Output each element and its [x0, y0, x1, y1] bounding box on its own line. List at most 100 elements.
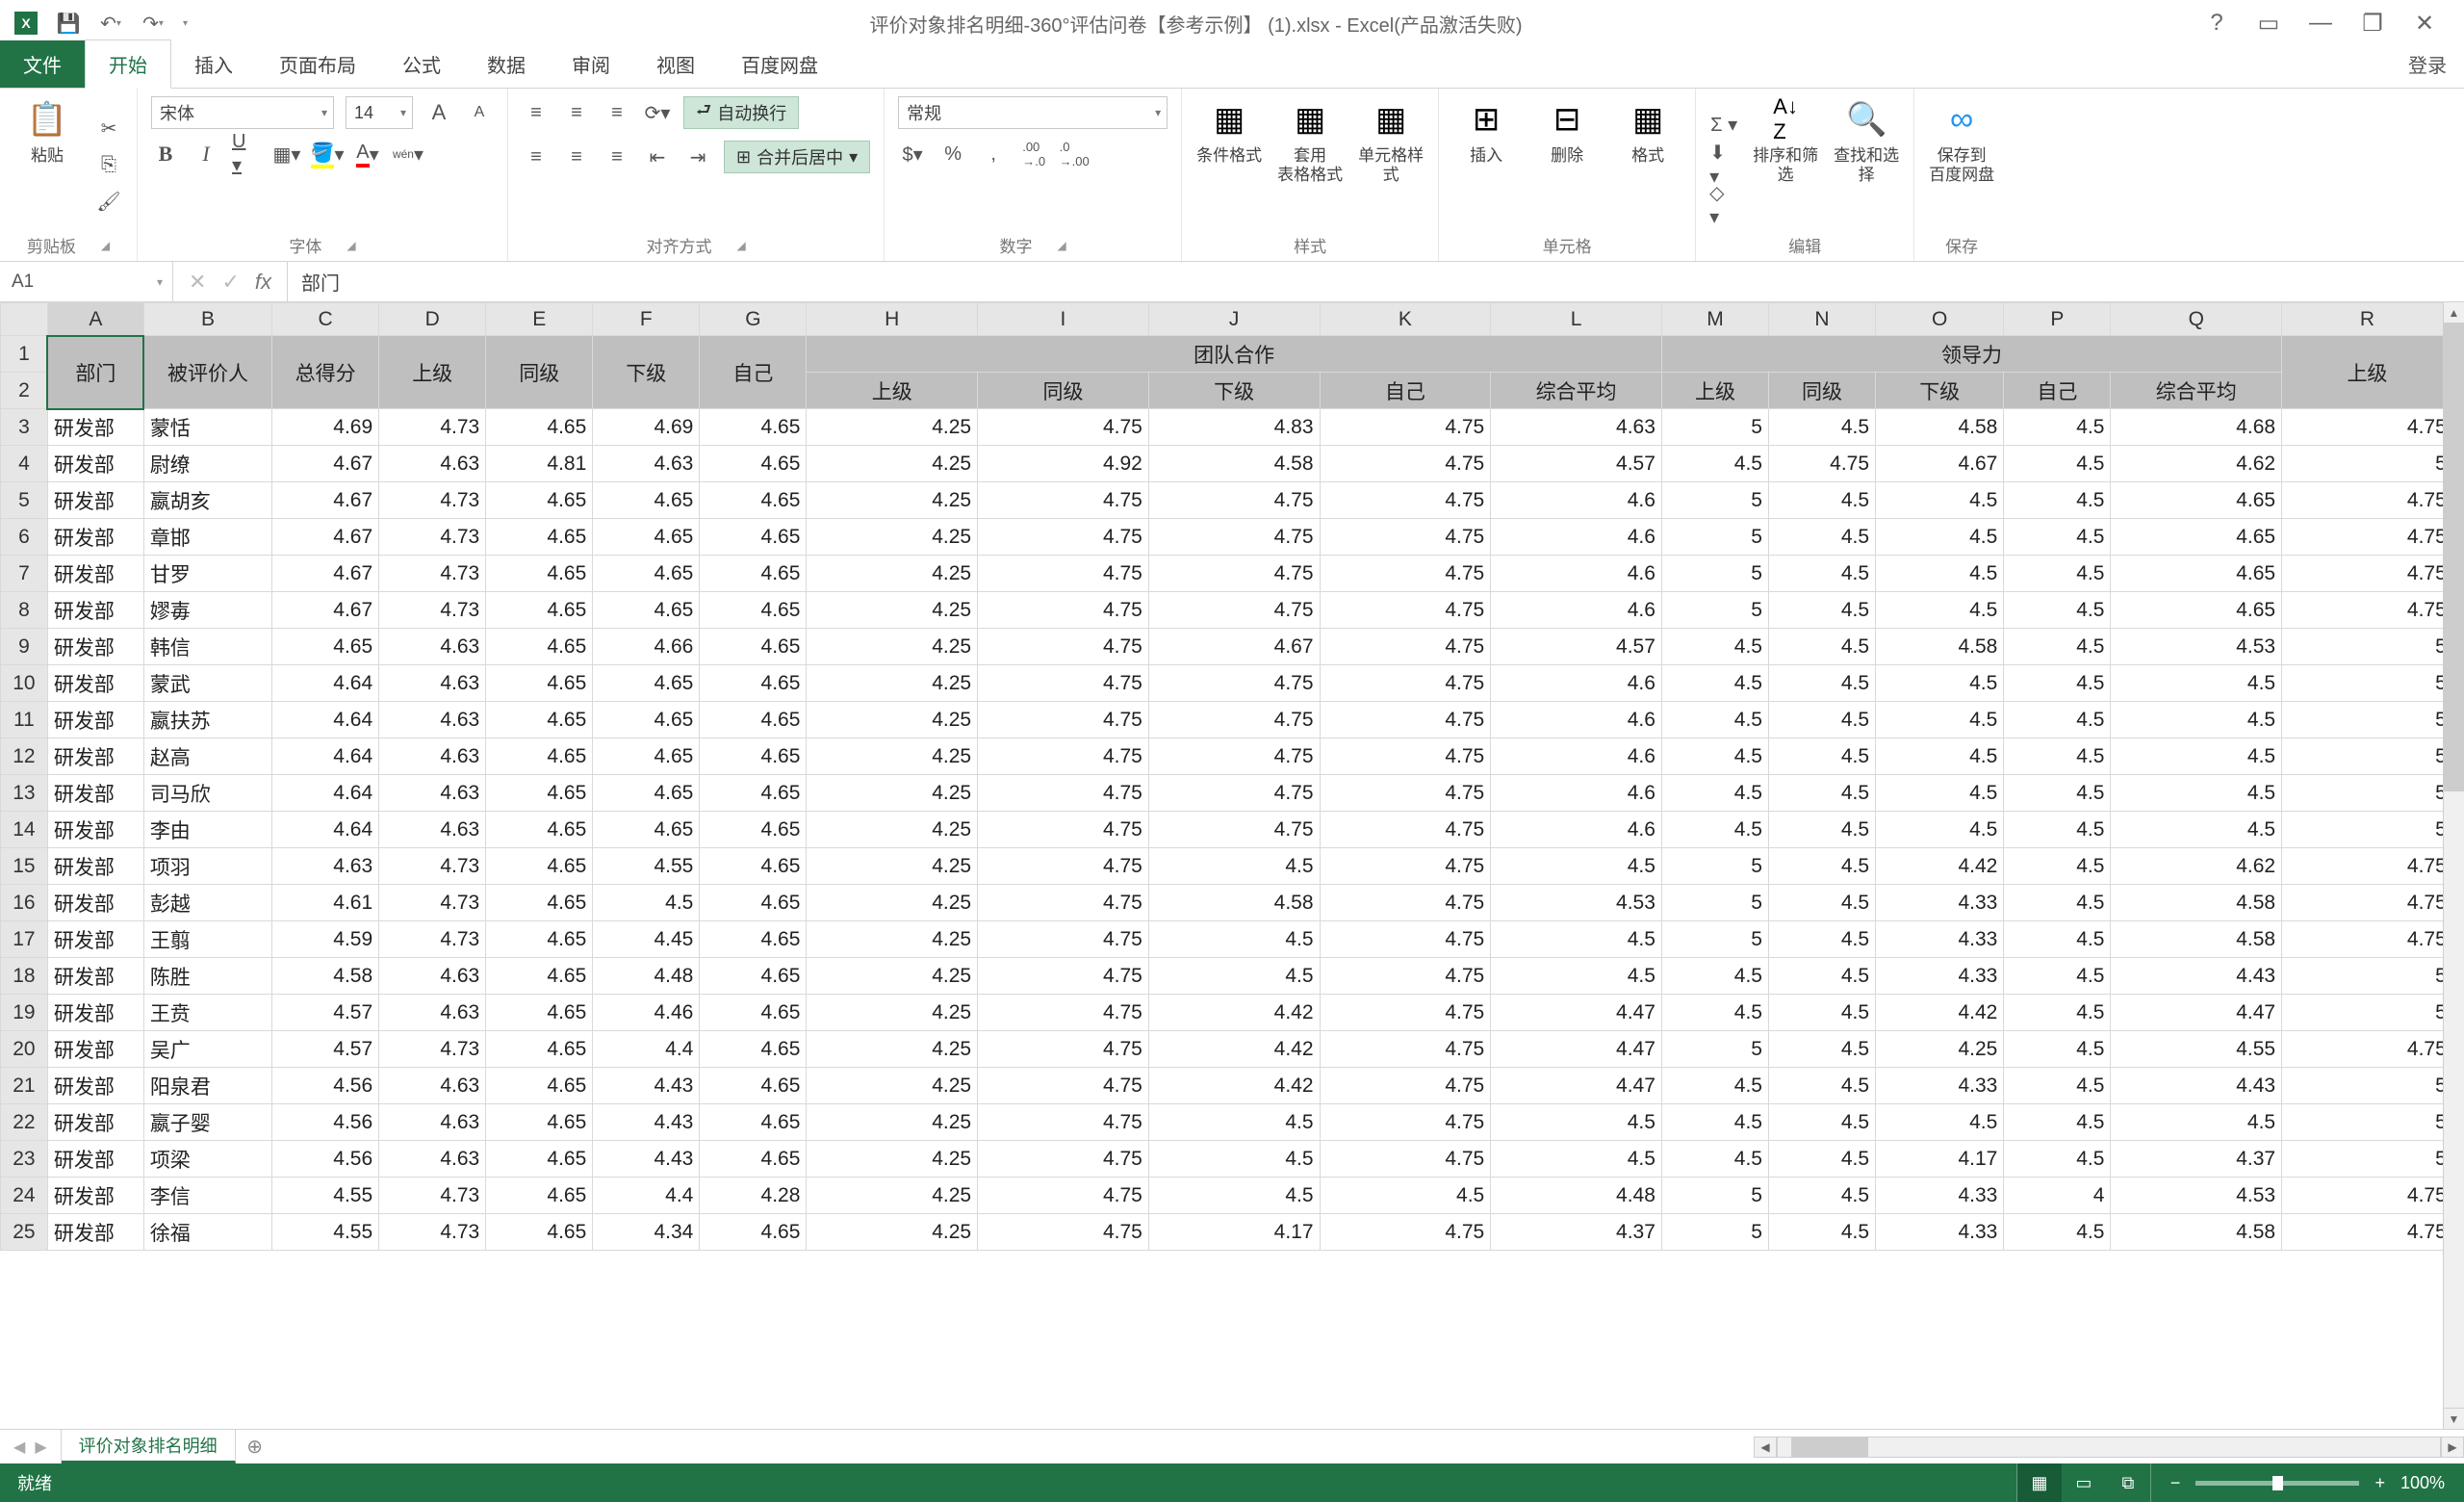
cell[interactable]: 总得分: [272, 336, 379, 409]
align-right-icon[interactable]: ≡: [603, 143, 631, 170]
cell[interactable]: 5: [1661, 848, 1768, 885]
cell[interactable]: 4.55: [272, 1214, 379, 1251]
cell[interactable]: 4.5: [1768, 1031, 1875, 1068]
cell[interactable]: 4.5: [1768, 556, 1875, 592]
cell[interactable]: 4.5: [1876, 665, 2004, 702]
cell[interactable]: 4.75: [1320, 1141, 1491, 1178]
fill-color-button[interactable]: 🪣▾: [313, 141, 342, 168]
font-size-select[interactable]: 14: [346, 96, 413, 129]
cell[interactable]: 研发部: [47, 738, 143, 775]
cell[interactable]: 4.5: [1768, 629, 1875, 665]
dialog-launcher-icon[interactable]: ◢: [1058, 239, 1066, 252]
cell[interactable]: 研发部: [47, 1214, 143, 1251]
row-header[interactable]: 10: [1, 665, 48, 702]
cell[interactable]: 4.59: [272, 921, 379, 958]
cell[interactable]: 尉缭: [143, 446, 271, 482]
cell[interactable]: 4.64: [272, 665, 379, 702]
cell[interactable]: 综合平均: [1491, 373, 1662, 409]
cell[interactable]: 4.68: [2111, 409, 2282, 446]
column-header[interactable]: O: [1876, 303, 2004, 336]
cell[interactable]: 4.65: [700, 775, 807, 812]
cell[interactable]: 5: [1661, 1031, 1768, 1068]
cell[interactable]: 4.65: [486, 1031, 593, 1068]
cell[interactable]: 4.66: [593, 629, 700, 665]
cell[interactable]: 4.67: [272, 482, 379, 519]
cell[interactable]: 4.75: [978, 848, 1149, 885]
cell[interactable]: 研发部: [47, 446, 143, 482]
cell[interactable]: 4.25: [807, 446, 978, 482]
cell[interactable]: 4.5: [2004, 775, 2111, 812]
cell[interactable]: 4.5: [2004, 1214, 2111, 1251]
cell[interactable]: 4.4: [593, 1178, 700, 1214]
cell[interactable]: 研发部: [47, 409, 143, 446]
cell[interactable]: 研发部: [47, 921, 143, 958]
dialog-launcher-icon[interactable]: ◢: [346, 239, 355, 252]
cell[interactable]: 4.67: [272, 592, 379, 629]
cell[interactable]: 4.63: [593, 446, 700, 482]
cancel-formula-icon[interactable]: ✕: [189, 270, 206, 295]
column-header[interactable]: F: [593, 303, 700, 336]
cell[interactable]: 4.73: [379, 921, 486, 958]
cell[interactable]: 4.25: [807, 482, 978, 519]
cell[interactable]: 4.5: [1661, 958, 1768, 995]
scroll-up-icon[interactable]: ▲: [2444, 302, 2464, 324]
minimize-icon[interactable]: —: [2308, 11, 2333, 36]
tab-formulas[interactable]: 公式: [379, 40, 464, 88]
cell[interactable]: 4.5: [2004, 958, 2111, 995]
cell[interactable]: 4.5: [2004, 702, 2111, 738]
cell[interactable]: 嫪毐: [143, 592, 271, 629]
cell[interactable]: 5: [2282, 738, 2453, 775]
cell[interactable]: 5: [2282, 1068, 2453, 1104]
cell[interactable]: 4.6: [1491, 665, 1662, 702]
cell[interactable]: 4.25: [1876, 1031, 2004, 1068]
cell[interactable]: 4.5: [1768, 885, 1875, 921]
cell[interactable]: 4.75: [1320, 702, 1491, 738]
cell[interactable]: 4.63: [379, 775, 486, 812]
cell[interactable]: 4.5: [1768, 1178, 1875, 1214]
decrease-font-icon[interactable]: A: [465, 99, 494, 126]
cell[interactable]: 4.5: [2111, 775, 2282, 812]
cell[interactable]: 4.75: [1148, 665, 1320, 702]
cell[interactable]: 4.5: [1661, 446, 1768, 482]
cell[interactable]: 4.73: [379, 1031, 486, 1068]
cell[interactable]: 王翦: [143, 921, 271, 958]
cell[interactable]: 5: [2282, 775, 2453, 812]
tab-data[interactable]: 数据: [464, 40, 549, 88]
cell[interactable]: 4.5: [1661, 1104, 1768, 1141]
cell[interactable]: 5: [2282, 702, 2453, 738]
cell[interactable]: 4.69: [593, 409, 700, 446]
cell[interactable]: 4.58: [272, 958, 379, 995]
cell[interactable]: 4.65: [593, 556, 700, 592]
cell[interactable]: 4.5: [1661, 629, 1768, 665]
cell[interactable]: 4.33: [1876, 1068, 2004, 1104]
cell[interactable]: 嬴子婴: [143, 1104, 271, 1141]
cell[interactable]: 4.63: [379, 702, 486, 738]
cell[interactable]: 4.43: [593, 1141, 700, 1178]
cell[interactable]: 4.47: [2111, 995, 2282, 1031]
cell[interactable]: 团队合作: [807, 336, 1662, 373]
cell[interactable]: 4.5: [2004, 629, 2111, 665]
cell[interactable]: 4.5: [1148, 958, 1320, 995]
cell[interactable]: 4.75: [978, 738, 1149, 775]
cell[interactable]: 4.45: [593, 921, 700, 958]
cell[interactable]: 4.75: [1320, 1104, 1491, 1141]
font-name-select[interactable]: 宋体: [151, 96, 334, 129]
cell[interactable]: 研发部: [47, 1068, 143, 1104]
cell[interactable]: 4.75: [1320, 446, 1491, 482]
cell[interactable]: 4.75: [1320, 775, 1491, 812]
cell[interactable]: 4.65: [486, 1178, 593, 1214]
cell[interactable]: 4.75: [1148, 556, 1320, 592]
row-header[interactable]: 18: [1, 958, 48, 995]
cell[interactable]: 4.75: [1148, 592, 1320, 629]
format-cells-button[interactable]: ▦格式: [1614, 96, 1681, 166]
cell[interactable]: 4.75: [978, 1104, 1149, 1141]
cell[interactable]: 研发部: [47, 775, 143, 812]
cell[interactable]: 4.5: [1768, 1068, 1875, 1104]
cell[interactable]: 研发部: [47, 592, 143, 629]
row-header[interactable]: 9: [1, 629, 48, 665]
row-header[interactable]: 22: [1, 1104, 48, 1141]
cell[interactable]: 4.6: [1491, 812, 1662, 848]
cell[interactable]: 4.58: [2111, 1214, 2282, 1251]
cell[interactable]: 研发部: [47, 1178, 143, 1214]
align-center-icon[interactable]: ≡: [562, 143, 591, 170]
